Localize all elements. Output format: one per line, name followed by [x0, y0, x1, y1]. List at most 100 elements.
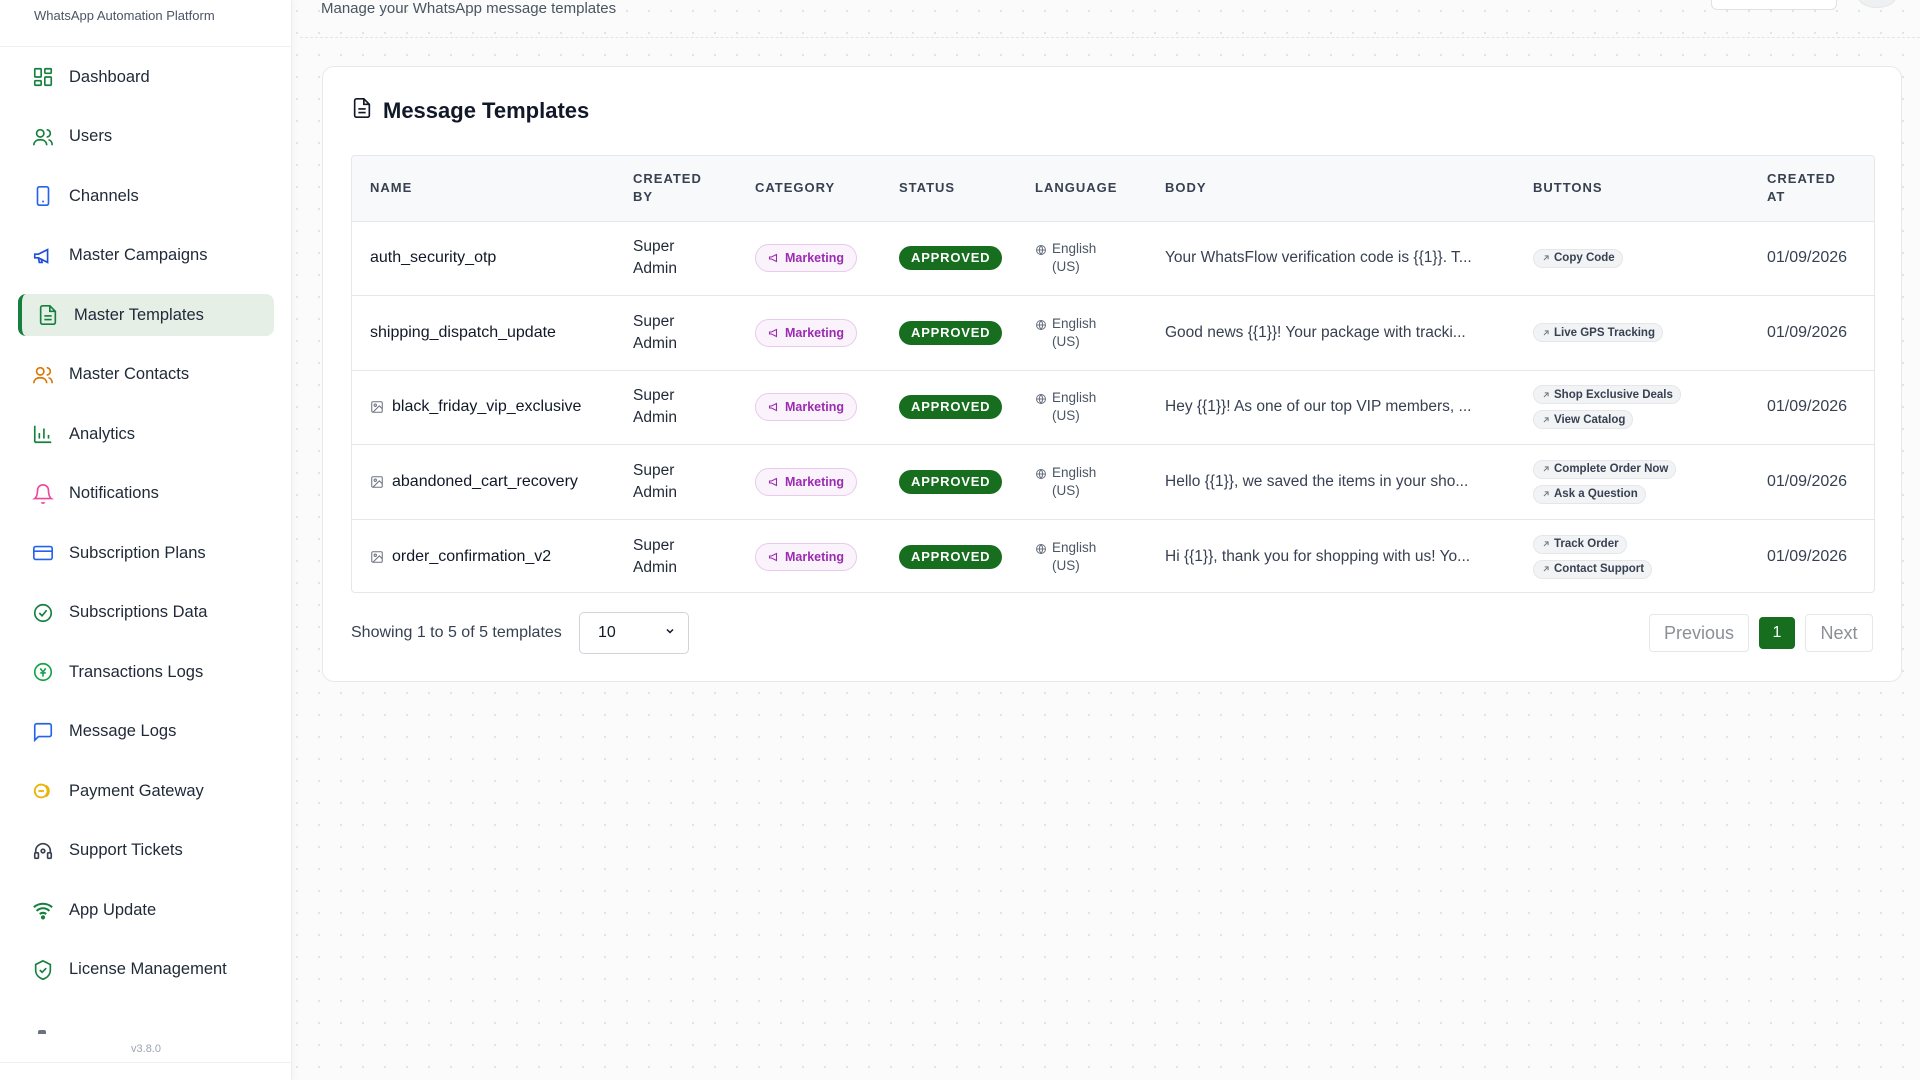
previous-page-button[interactable]: Previous	[1649, 614, 1749, 652]
image-icon	[370, 550, 384, 564]
category-badge: Marketing	[755, 467, 858, 496]
table-row[interactable]: auth_security_otp Super Admin Marketing APP…	[352, 221, 1874, 296]
language-label: English (US)	[1052, 390, 1097, 424]
created-by: Super Admin	[633, 536, 677, 576]
image-icon	[370, 400, 384, 414]
link-icon	[1541, 489, 1551, 499]
col-header-language[interactable]: LANGUAGE	[1017, 156, 1147, 221]
sidebar-item-app-update[interactable]: App Update	[18, 889, 274, 931]
templates-card: Message Templates NAME CREATED BY CATEGO…	[322, 66, 1902, 682]
sidebar-item-analytics[interactable]: Analytics	[18, 413, 274, 455]
table-row[interactable]: abandoned_cart_recovery Super Admin Market…	[352, 444, 1874, 520]
image-icon	[370, 475, 384, 489]
next-page-button[interactable]: Next	[1805, 614, 1873, 652]
cell-buttons: Live GPS Tracking	[1515, 296, 1749, 371]
table-row[interactable]: black_friday_vip_exclusive Super Admin Mar…	[352, 370, 1874, 445]
template-name: abandoned_cart_recovery	[392, 472, 578, 490]
col-header-category[interactable]: CATEGORY	[737, 156, 881, 221]
link-icon	[1541, 253, 1551, 263]
template-body: Good news {{1}}! Your package with track…	[1165, 323, 1466, 341]
sidebar-item-subscription-plans[interactable]: Subscription Plans	[18, 532, 274, 574]
bar-chart-icon	[32, 423, 54, 445]
templates-table: NAME CREATED BY CATEGORY STATUS LANGUAGE…	[351, 155, 1875, 593]
globe-icon	[1035, 464, 1047, 480]
card-title: Message Templates	[383, 97, 590, 123]
cell-buttons: Copy Code	[1515, 221, 1749, 296]
created-at: 01/09/2026	[1767, 249, 1848, 267]
template-button-chip: Copy Code	[1533, 248, 1623, 268]
sidebar-item-dashboard[interactable]: Dashboard	[18, 56, 274, 98]
megaphone-icon	[32, 245, 54, 267]
headset-icon	[32, 840, 54, 862]
sidebar-item-label: License Management	[69, 960, 227, 978]
table-row[interactable]: order_confirmation_v2 Super Admin Marketin…	[352, 519, 1874, 592]
col-header-created-by[interactable]: CREATED BY	[615, 156, 737, 221]
pagination-summary: Showing 1 to 5 of 5 templates	[351, 624, 562, 641]
sidebar-item-label: Master Campaigns	[69, 246, 208, 264]
status-badge: APPROVED	[899, 320, 1003, 345]
cell-name: auth_security_otp	[352, 221, 615, 296]
cell-category: Marketing	[737, 296, 881, 371]
status-badge: APPROVED	[899, 246, 1003, 271]
cell-status: APPROVED	[881, 370, 1017, 445]
page-size-select[interactable]: 10	[579, 612, 689, 654]
col-header-created-at[interactable]: CREATED AT	[1749, 156, 1874, 221]
status-badge: APPROVED	[899, 544, 1003, 569]
phone-icon	[32, 185, 54, 207]
sidebar-item-license-management[interactable]: License Management	[18, 949, 274, 991]
sidebar-item-master-campaigns[interactable]: Master Campaigns	[18, 235, 274, 277]
category-badge: Marketing	[755, 244, 858, 273]
header-action-button[interactable]	[1711, 0, 1837, 10]
sidebar-item-message-logs[interactable]: Message Logs	[18, 711, 274, 753]
sidebar-item-master-templates[interactable]: Master Templates	[18, 294, 274, 336]
language-label: English (US)	[1052, 315, 1097, 349]
avatar[interactable]	[1858, 0, 1896, 8]
link-icon	[1541, 415, 1551, 425]
sidebar-item-payment-gateway[interactable]: Payment Gateway	[18, 770, 274, 812]
cell-name: order_confirmation_v2	[352, 519, 615, 592]
header-divider	[300, 37, 1920, 38]
credit-card-icon	[32, 542, 54, 564]
sidebar-item-subscriptions-data[interactable]: Subscriptions Data	[18, 592, 274, 634]
col-header-status[interactable]: STATUS	[881, 156, 1017, 221]
wifi-icon	[32, 899, 54, 921]
table-header-row: NAME CREATED BY CATEGORY STATUS LANGUAGE…	[352, 156, 1874, 221]
page-subtitle: Manage your WhatsApp message templates	[321, 0, 617, 17]
cell-created-by: Super Admin	[615, 296, 737, 371]
globe-icon	[1035, 389, 1047, 405]
col-header-buttons[interactable]: BUTTONS	[1515, 156, 1749, 221]
sidebar-item-users[interactable]: Users	[18, 116, 274, 158]
megaphone-icon	[768, 252, 780, 264]
sidebar-item-label: Master Templates	[74, 305, 204, 324]
cell-status: APPROVED	[881, 296, 1017, 371]
cell-created-by: Super Admin	[615, 445, 737, 520]
sidebar-item-label: Dashboard	[69, 67, 150, 86]
app-version: v3.8.0	[131, 1043, 161, 1055]
template-body: Hey {{1}}! As one of our top VIP members…	[1165, 398, 1472, 416]
created-by: Super Admin	[633, 461, 677, 501]
cell-created-at: 01/09/2026	[1749, 519, 1874, 592]
sidebar-bottom-divider	[0, 1062, 292, 1063]
created-by: Super Admin	[633, 238, 677, 278]
megaphone-icon	[768, 476, 780, 488]
template-button-label: Ask a Question	[1554, 488, 1638, 501]
status-badge: APPROVED	[899, 395, 1003, 420]
sidebar-item-label: Support Tickets	[69, 841, 183, 859]
template-button-label: Shop Exclusive Deals	[1554, 388, 1673, 401]
cell-created-at: 01/09/2026	[1749, 445, 1874, 520]
col-header-created-at-label: CREATED AT	[1767, 171, 1836, 205]
sidebar-item-master-contacts[interactable]: Master Contacts	[18, 354, 274, 396]
col-header-body[interactable]: BODY	[1147, 156, 1515, 221]
sidebar-item-notifications[interactable]: Notifications	[18, 473, 274, 515]
sidebar-item-transactions-logs[interactable]: Transactions Logs	[18, 651, 274, 693]
link-icon	[1541, 564, 1551, 574]
col-header-name[interactable]: NAME	[352, 156, 615, 221]
template-button-chip: Live GPS Tracking	[1533, 323, 1663, 343]
page-1-button[interactable]: 1	[1759, 617, 1795, 649]
sidebar-item-channels[interactable]: Channels	[18, 175, 274, 217]
template-button-label: Live GPS Tracking	[1554, 326, 1655, 339]
sidebar-item-support-tickets[interactable]: Support Tickets	[18, 830, 274, 872]
table-row[interactable]: shipping_dispatch_update Super Admin Marke…	[352, 295, 1874, 371]
page-size-value: 10	[598, 624, 616, 641]
cell-name: black_friday_vip_exclusive	[352, 370, 615, 445]
